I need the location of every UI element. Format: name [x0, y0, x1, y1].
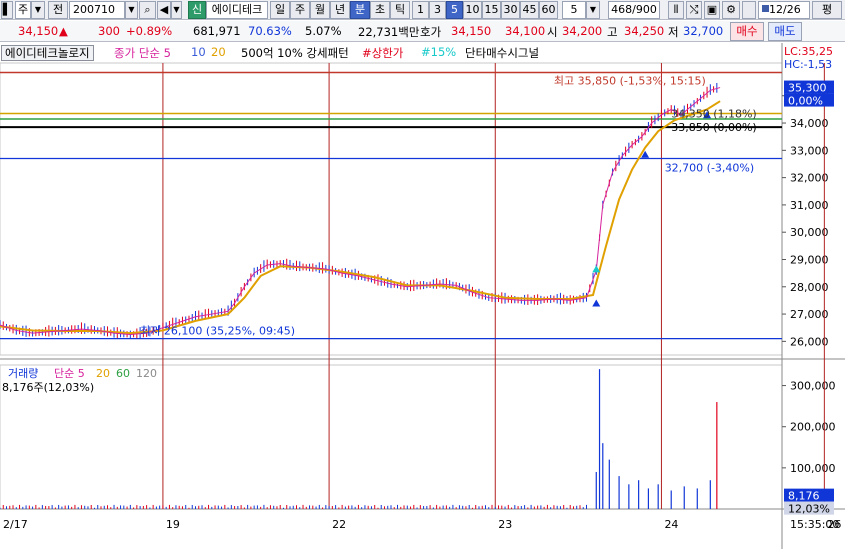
bid-price: 34,100	[505, 24, 546, 38]
x-tick-label: 23	[498, 518, 512, 531]
price-tick-label: 31,000	[790, 199, 829, 212]
open-price: 34,200	[562, 24, 603, 38]
speaker-dropdown-icon[interactable]: ▼	[171, 1, 182, 19]
prev-button[interactable]: 전	[48, 1, 68, 19]
price-volume-chart[interactable]: 26,000 27,000 28,000 29,000 30,000 31,000 32,0…	[0, 43, 845, 549]
high-label: 고	[607, 25, 618, 39]
checkbox-icon[interactable]	[742, 1, 756, 19]
low-annotation: 최저 26,100 (35,25%, 09:45)	[140, 325, 295, 338]
interval-15-button[interactable]: 15	[482, 1, 501, 19]
data-count-field[interactable]: 468/900	[608, 1, 660, 19]
price-change: 300	[98, 24, 120, 38]
interval-60-button[interactable]: 60	[539, 1, 558, 19]
interval-dropdown-icon[interactable]: ▼	[586, 1, 600, 19]
save-icon[interactable]: ▣	[704, 1, 720, 19]
up-arrow-icon: ▲	[59, 24, 68, 38]
interval-10-button[interactable]: 10	[463, 1, 482, 19]
price-tick-label: 27,000	[790, 308, 829, 321]
current-price-box: 35,300	[788, 82, 827, 95]
low-price: 32,700	[683, 24, 724, 38]
period-year-button[interactable]: 년	[330, 1, 350, 19]
price-tick-label: 29,000	[790, 253, 829, 266]
stock-code-input[interactable]: 200710	[69, 1, 125, 19]
level-34350-annotation: 34,350 (1,18%)	[671, 107, 757, 120]
price-tick-label: 32,000	[790, 172, 829, 185]
volume-pct-box: 12,03%	[788, 503, 830, 516]
interval-3-button[interactable]: 3	[429, 1, 446, 19]
trade-amount: 22,731백만	[358, 25, 420, 39]
volume-tick-label: 100,000	[790, 462, 836, 475]
period-day-button[interactable]: 일	[270, 1, 290, 19]
price-tick-label: 33,000	[790, 144, 829, 157]
volume-legend-ma5: 단순 5	[54, 367, 85, 380]
current-pct-box: 0,00%	[788, 95, 823, 108]
interval-value-input[interactable]: 5	[562, 1, 586, 19]
date-checkbox-icon[interactable]	[762, 5, 769, 12]
gear-icon[interactable]: ⚙	[722, 1, 740, 19]
bid-ask-label: 호가	[420, 25, 442, 39]
period-second-button[interactable]: 초	[370, 1, 390, 19]
period-month-button[interactable]: 월	[310, 1, 330, 19]
period-week-button[interactable]: 주	[290, 1, 310, 19]
volume-tick-label: 300,000	[790, 380, 836, 393]
price-tick-label: 28,000	[790, 281, 829, 294]
period-tick-button[interactable]: 틱	[390, 1, 410, 19]
period-minute-button[interactable]: 분	[350, 1, 370, 19]
ask-price: 34,150	[451, 24, 492, 38]
compare-icon[interactable]: ⤭	[686, 1, 702, 19]
volume-legend-label: 거래량	[8, 367, 38, 380]
volume-current-box: 8,176	[788, 490, 820, 503]
high-annotation: 최고 35,850 (-1,53%, 15:15)	[554, 75, 706, 88]
current-price: 34,150	[18, 24, 59, 38]
toolbar: ▌ 주 ▼ 전 200710 ▼ ⌕ ◀ ▼ 신 에이디테크 일 주 월 년 분…	[0, 0, 845, 20]
chart-area[interactable]: 에이디테크놀로지 종가 단순 5 10 20 500억 10% 강세패턴 #상한…	[0, 43, 845, 549]
new-badge: 신	[188, 1, 206, 19]
buy-button[interactable]: 매수	[730, 22, 764, 41]
high-price: 34,250	[624, 24, 665, 38]
x-tick-label: 2/17	[3, 518, 28, 531]
interval-45-button[interactable]: 45	[520, 1, 539, 19]
stock-chart-window: ▌ 주 ▼ 전 200710 ▼ ⌕ ◀ ▼ 신 에이디테크 일 주 월 년 분…	[0, 0, 845, 549]
volume-current: 8,176주(12,03%)	[2, 381, 94, 394]
speaker-icon[interactable]: ◀	[157, 1, 171, 19]
candle-style-icon[interactable]: ⫴	[668, 1, 684, 19]
volume-legend-ma120: 120	[136, 367, 157, 380]
interval-30-button[interactable]: 30	[501, 1, 520, 19]
search-icon[interactable]: ⌕	[139, 1, 156, 19]
volume-legend-ma60: 60	[116, 367, 130, 380]
market-type-select[interactable]: 주	[15, 1, 31, 19]
mode-button[interactable]: 평	[812, 1, 842, 19]
volume-tick-label: 200,000	[790, 421, 836, 434]
price-tick-label: 34,000	[790, 117, 829, 130]
price-tick-label: 26,000	[790, 335, 829, 348]
x-tick-label: 22	[332, 518, 346, 531]
volume-legend-ma20: 20	[96, 367, 110, 380]
panel-toggle-icon[interactable]: ▌	[1, 1, 13, 19]
stock-name-field[interactable]: 에이디테크	[206, 1, 268, 19]
low-label: 저	[668, 25, 679, 39]
interval-1-button[interactable]: 1	[412, 1, 429, 19]
open-label: 시	[547, 25, 558, 39]
level-33850-annotation: 33,850 (0,00%)	[671, 121, 757, 134]
volume-ratio: 70.63%	[248, 24, 292, 38]
quote-bar: 34,150 ▲ 300 +0.89% 681,971 70.63% 5.07%…	[0, 21, 845, 42]
stock-code-dropdown-icon[interactable]: ▼	[125, 1, 138, 19]
interval-5-button[interactable]: 5	[446, 1, 463, 19]
price-change-pct: +0.89%	[126, 24, 173, 38]
price-panel	[0, 62, 783, 356]
x-tick-label: 19	[166, 518, 180, 531]
level-32700-annotation: 32,700 (-3,40%)	[665, 162, 754, 175]
turnover-pct: 5.07%	[305, 24, 342, 38]
market-type-dropdown-icon[interactable]: ▼	[31, 1, 45, 19]
time-label: 15:35:00	[790, 518, 839, 531]
price-tick-label: 30,000	[790, 226, 829, 239]
sell-button[interactable]: 매도	[768, 22, 802, 41]
x-tick-label: 24	[664, 518, 678, 531]
volume-value: 681,971	[193, 24, 241, 38]
volume-panel	[0, 364, 783, 510]
